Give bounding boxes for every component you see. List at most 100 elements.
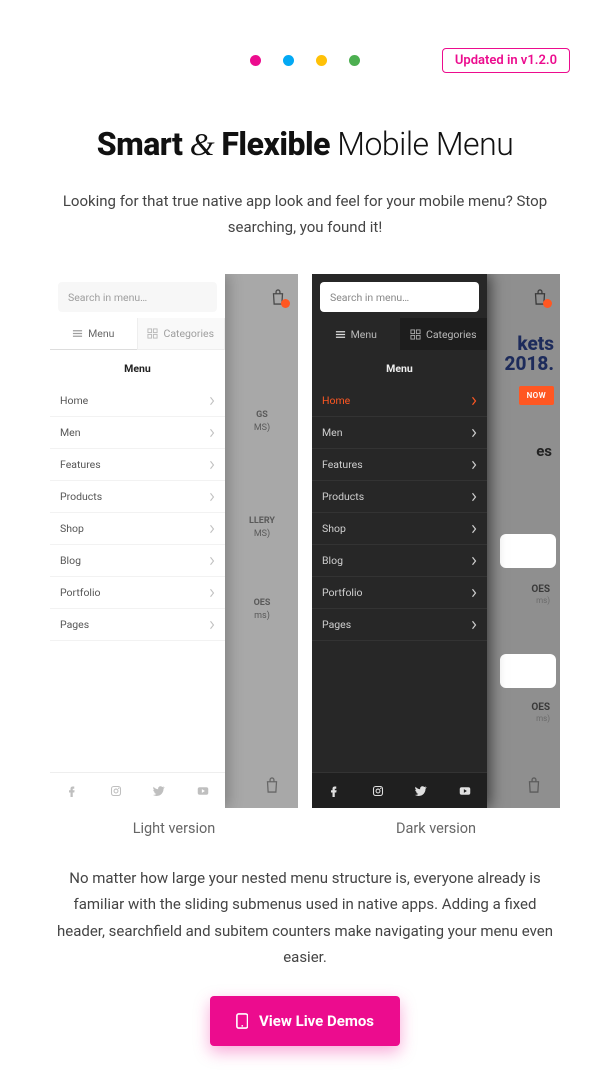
search-placeholder: Search in menu… xyxy=(330,291,409,304)
hamburger-icon xyxy=(72,328,83,339)
menu-item-label: Blog xyxy=(60,554,81,567)
menu-item-label: Shop xyxy=(60,522,84,535)
bag-icon xyxy=(264,776,280,794)
menu-item-label: Shop xyxy=(322,522,346,535)
instagram-icon[interactable] xyxy=(371,784,385,798)
menu-list: Home Men Features Products Shop Blog Por… xyxy=(50,385,225,772)
youtube-icon[interactable] xyxy=(196,784,210,798)
menu-item-label: Products xyxy=(322,490,364,503)
youtube-icon[interactable] xyxy=(458,784,472,798)
menu-item[interactable]: Pages xyxy=(312,609,487,641)
chevron-right-icon xyxy=(209,396,215,406)
menu-item[interactable]: Portfolio xyxy=(312,577,487,609)
chevron-right-icon xyxy=(471,428,477,438)
search-placeholder: Search in menu… xyxy=(68,291,147,304)
bg-text: ms) xyxy=(226,607,298,625)
bg-text: MS) xyxy=(226,525,298,543)
instagram-icon[interactable] xyxy=(109,784,123,798)
menu-item[interactable]: Home xyxy=(312,385,487,417)
menu-item[interactable]: Features xyxy=(50,449,225,481)
bg-text: es xyxy=(536,442,552,460)
menu-item[interactable]: Features xyxy=(312,449,487,481)
tab-categories[interactable]: Categories xyxy=(400,318,488,350)
menu-item[interactable]: Shop xyxy=(312,513,487,545)
bg-text: ms) xyxy=(536,596,550,605)
social-row xyxy=(50,772,225,808)
topbar: Updated in v1.2.0 xyxy=(40,48,570,73)
tab-categories[interactable]: Categories xyxy=(137,318,226,350)
tab-menu-label: Menu xyxy=(88,327,114,340)
demo-label-light: Light version xyxy=(50,820,298,837)
bg-text: ms) xyxy=(536,714,550,723)
title-amp: & xyxy=(190,126,214,162)
chevron-right-icon xyxy=(209,556,215,566)
menu-item[interactable]: Men xyxy=(312,417,487,449)
search-input[interactable]: Search in menu… xyxy=(58,282,217,312)
menu-item-label: Home xyxy=(322,394,350,407)
social-row xyxy=(312,772,487,808)
bg-shoe xyxy=(500,654,556,688)
bg-text: OES xyxy=(531,702,550,713)
dot-green-icon xyxy=(349,55,360,66)
title-part2: Flexible xyxy=(221,125,330,163)
menu-list: Home Men Features Products Shop Blog Por… xyxy=(312,385,487,772)
drawer-dark: Search in menu… Menu Categories Menu xyxy=(312,274,487,808)
chevron-right-icon xyxy=(471,556,477,566)
menu-item[interactable]: Home xyxy=(50,385,225,417)
bg-text: OES xyxy=(531,584,550,595)
grid-icon xyxy=(410,329,421,340)
tabs: Menu Categories xyxy=(50,318,225,350)
menu-item-label: Portfolio xyxy=(322,586,363,599)
page-title: Smart & Flexible Mobile Menu xyxy=(40,125,570,163)
facebook-icon[interactable] xyxy=(65,784,79,798)
cta-label: View Live Demos xyxy=(259,1012,374,1030)
tab-menu-label: Menu xyxy=(351,328,377,341)
menu-item-label: Features xyxy=(322,458,363,471)
tab-menu[interactable]: Menu xyxy=(312,318,400,350)
chevron-right-icon xyxy=(209,492,215,502)
menu-item[interactable]: Blog xyxy=(50,545,225,577)
tab-categories-label: Categories xyxy=(426,328,477,341)
menu-item[interactable]: Products xyxy=(50,481,225,513)
update-badge: Updated in v1.2.0 xyxy=(442,48,570,73)
menu-item[interactable]: Pages xyxy=(50,609,225,641)
cart-badge xyxy=(281,299,290,308)
facebook-icon[interactable] xyxy=(327,784,341,798)
cart-badge xyxy=(543,299,552,308)
title-rest: Mobile Menu xyxy=(337,125,513,163)
menu-item-label: Men xyxy=(322,426,343,439)
dot-yellow-icon xyxy=(316,55,327,66)
tab-menu[interactable]: Menu xyxy=(50,318,137,350)
bag-icon xyxy=(526,776,542,794)
chevron-right-icon xyxy=(209,588,215,598)
color-dots xyxy=(250,55,360,66)
menu-item[interactable]: Shop xyxy=(50,513,225,545)
tablet-icon xyxy=(236,1013,249,1029)
menu-item-label: Men xyxy=(60,426,81,439)
tabs: Menu Categories xyxy=(312,318,487,350)
bg-text: kets xyxy=(505,334,554,354)
twitter-icon[interactable] xyxy=(152,784,166,798)
screenshot-dark: kets 2018. NOW es OES ms) OES ms) Search… xyxy=(312,274,560,808)
bag-icon xyxy=(270,288,286,306)
twitter-icon[interactable] xyxy=(414,784,428,798)
menu-item[interactable]: Men xyxy=(50,417,225,449)
chevron-right-icon xyxy=(209,428,215,438)
menu-item[interactable]: Portfolio xyxy=(50,577,225,609)
grid-icon xyxy=(147,328,158,339)
view-demos-button[interactable]: View Live Demos xyxy=(210,996,400,1046)
bottom-paragraph: No matter how large your nested menu str… xyxy=(56,865,554,970)
bag-icon xyxy=(532,288,548,306)
menu-item[interactable]: Blog xyxy=(312,545,487,577)
dot-pink-icon xyxy=(250,55,261,66)
search-input[interactable]: Search in menu… xyxy=(320,282,479,312)
chevron-right-icon xyxy=(471,460,477,470)
menu-item-label: Pages xyxy=(60,618,89,631)
menu-item-label: Pages xyxy=(322,618,351,631)
bg-text: MS) xyxy=(226,419,298,437)
chevron-right-icon xyxy=(471,492,477,502)
bg-shoe xyxy=(500,534,556,568)
menu-item[interactable]: Products xyxy=(312,481,487,513)
menu-item-label: Blog xyxy=(322,554,343,567)
demo-light: GS MS) LLERY MS) OES ms) Search in menu… xyxy=(50,274,298,837)
